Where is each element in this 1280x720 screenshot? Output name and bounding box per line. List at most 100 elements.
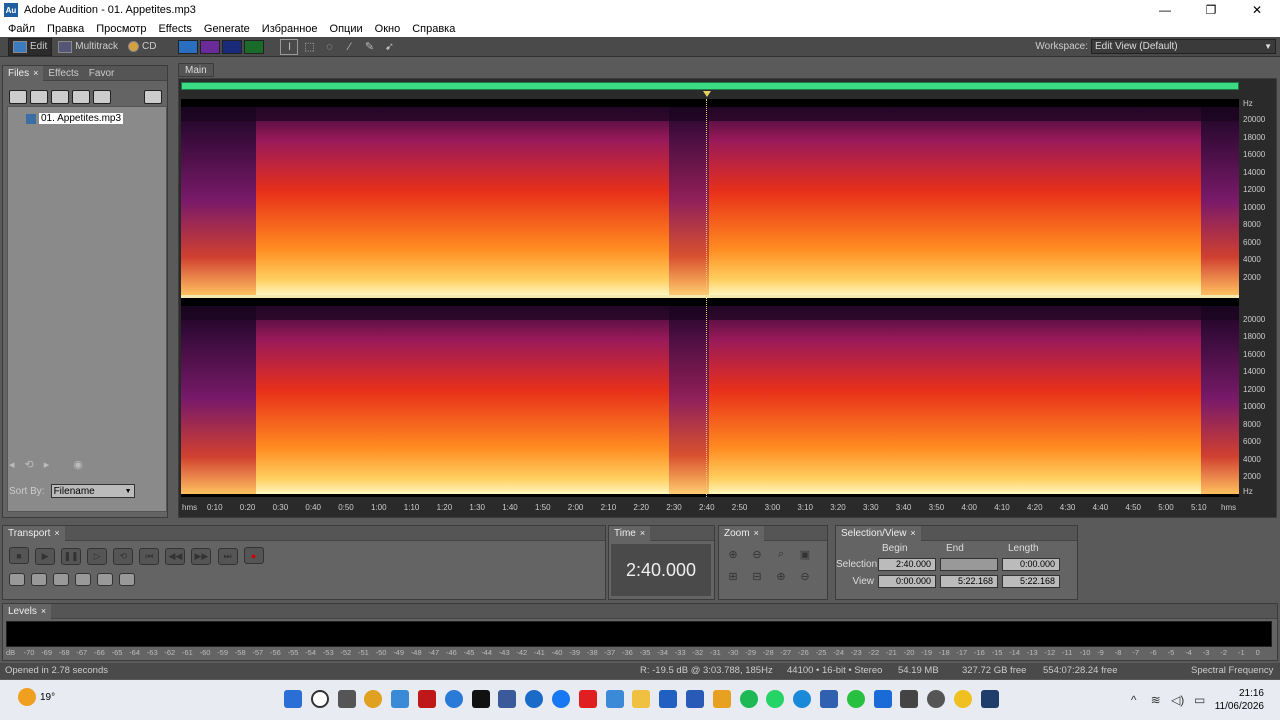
search-icon[interactable]: [310, 690, 329, 708]
multitrack-view-button[interactable]: Multitrack: [54, 38, 122, 56]
repeat-icon[interactable]: [31, 573, 47, 586]
play-to-end-icon[interactable]: ▷: [87, 547, 108, 565]
norton-icon[interactable]: [953, 690, 972, 708]
playhead-marker-icon[interactable]: [703, 91, 711, 97]
settings-app-icon[interactable]: [498, 690, 517, 708]
selection-begin-field[interactable]: 2:40.000: [878, 558, 936, 571]
zoom-out-horizontal-icon[interactable]: ⊖: [749, 546, 765, 562]
netflix-icon[interactable]: [471, 690, 490, 708]
menu-edit[interactable]: Правка: [41, 23, 90, 35]
zoom-left-edge-icon[interactable]: ⊞: [725, 568, 741, 584]
selection-end-field[interactable]: [940, 558, 998, 571]
spectrogram-left-channel[interactable]: [181, 107, 1239, 295]
play-icon[interactable]: ▶: [35, 547, 56, 565]
chrome-icon[interactable]: [364, 690, 383, 708]
skip-icon[interactable]: [53, 573, 69, 586]
task-view-icon[interactable]: [337, 690, 356, 708]
marquee-tool-icon[interactable]: ⬚: [300, 39, 318, 55]
minimize-button[interactable]: —: [1142, 0, 1188, 20]
rewind-icon[interactable]: ◀◀: [165, 547, 186, 565]
facebook-icon[interactable]: [551, 690, 570, 708]
battery-icon[interactable]: ▭: [1193, 693, 1207, 707]
menu-file[interactable]: Файл: [2, 23, 41, 35]
go-to-end-icon[interactable]: ⏭: [217, 547, 238, 565]
view-length-field[interactable]: 5:22.168: [1002, 575, 1060, 588]
mail-icon[interactable]: [659, 690, 678, 708]
zoom-full-icon[interactable]: ⌕: [773, 546, 789, 562]
close-icon[interactable]: ×: [910, 528, 915, 538]
play-from-cursor-icon[interactable]: [9, 573, 25, 586]
open-file-icon[interactable]: [9, 90, 27, 104]
close-icon[interactable]: ×: [41, 606, 46, 616]
punch-icon[interactable]: [75, 573, 91, 586]
zoom-selection-icon[interactable]: ▣: [797, 546, 813, 562]
maximize-button[interactable]: ❐: [1188, 0, 1234, 20]
zoom-out-vertical-icon[interactable]: ⊖: [797, 568, 813, 584]
chevron-up-icon[interactable]: ^: [1127, 693, 1141, 707]
bird-icon[interactable]: [819, 690, 838, 708]
waveform-view-button[interactable]: [178, 39, 199, 54]
download-icon[interactable]: [873, 690, 892, 708]
close-icon[interactable]: ×: [33, 68, 38, 78]
explorer-icon[interactable]: [632, 690, 651, 708]
wifi-icon[interactable]: ≋: [1149, 693, 1163, 707]
auto-play-icon[interactable]: ◂: [9, 458, 15, 471]
lasso-tool-icon[interactable]: ◌: [320, 39, 338, 55]
tab-favorites[interactable]: Favor: [84, 66, 120, 81]
hp-icon[interactable]: [525, 690, 544, 708]
volume-icon[interactable]: ◁): [1171, 693, 1185, 707]
options-icon[interactable]: [144, 90, 162, 104]
pan-view-button[interactable]: [222, 39, 243, 54]
spot-healing-tool-icon[interactable]: ✎: [360, 39, 378, 55]
spectral-display[interactable]: [181, 99, 1239, 497]
view-begin-field[interactable]: 0:00.000: [878, 575, 936, 588]
menu-view[interactable]: Просмотр: [90, 23, 152, 35]
fast-forward-icon[interactable]: ▶▶: [191, 547, 212, 565]
zoom-in-horizontal-icon[interactable]: ⊕: [725, 546, 741, 562]
chat-icon[interactable]: [846, 690, 865, 708]
zoom-in-vertical-icon[interactable]: ⊕: [773, 568, 789, 584]
phase-view-button[interactable]: [244, 39, 265, 54]
record-icon[interactable]: ●: [243, 547, 264, 564]
workspace-dropdown[interactable]: Edit View (Default): [1091, 39, 1276, 54]
selection-length-field[interactable]: 0:00.000: [1002, 558, 1060, 571]
close-icon[interactable]: ×: [640, 528, 645, 538]
spectral-view-button[interactable]: [200, 39, 221, 54]
cd-view-button[interactable]: CD: [124, 38, 160, 56]
edit-view-button[interactable]: Edit: [8, 37, 53, 56]
tab-effects[interactable]: Effects: [43, 66, 83, 81]
audition-taskbar-icon[interactable]: [980, 690, 999, 708]
import-icon[interactable]: [30, 90, 48, 104]
close-icon[interactable]: ×: [54, 528, 59, 538]
menu-favorites[interactable]: Избранное: [256, 23, 324, 35]
tab-levels[interactable]: Levels ×: [3, 603, 52, 619]
gear-icon[interactable]: [927, 690, 946, 708]
file-item[interactable]: 01. Appetites.mp3: [26, 113, 124, 124]
insert-cd-icon[interactable]: [93, 90, 111, 104]
clock[interactable]: 21:16 11/06/2026: [1215, 687, 1264, 713]
tab-main[interactable]: Main: [178, 63, 214, 77]
store-icon[interactable]: [391, 690, 410, 708]
hybrid-tool-icon[interactable]: ➹: [380, 39, 398, 55]
time-selection-tool-icon[interactable]: I: [280, 38, 299, 55]
overview-bar[interactable]: [181, 82, 1239, 90]
photos-icon[interactable]: [605, 690, 624, 708]
loop-play-icon[interactable]: ⟲: [113, 547, 134, 565]
view-end-field[interactable]: 5:22.168: [940, 575, 998, 588]
app-icon[interactable]: [685, 690, 704, 708]
youtube-icon[interactable]: [578, 690, 597, 708]
tab-selection-view[interactable]: Selection/View ×: [836, 525, 921, 541]
monitor-icon[interactable]: [97, 573, 113, 586]
close-icon[interactable]: ×: [754, 528, 759, 538]
menu-generate[interactable]: Generate: [198, 23, 256, 35]
camera-icon[interactable]: [900, 690, 919, 708]
tab-time[interactable]: Time ×: [609, 525, 651, 541]
close-button[interactable]: ✕: [1234, 0, 1280, 20]
spectrogram-right-channel[interactable]: [181, 306, 1239, 494]
tab-zoom[interactable]: Zoom ×: [719, 525, 764, 541]
weather-widget[interactable]: 19°: [18, 688, 55, 706]
documents-icon[interactable]: [712, 690, 731, 708]
menu-help[interactable]: Справка: [406, 23, 461, 35]
sort-by-dropdown[interactable]: Filename: [50, 484, 135, 498]
edge-icon[interactable]: [793, 690, 812, 708]
